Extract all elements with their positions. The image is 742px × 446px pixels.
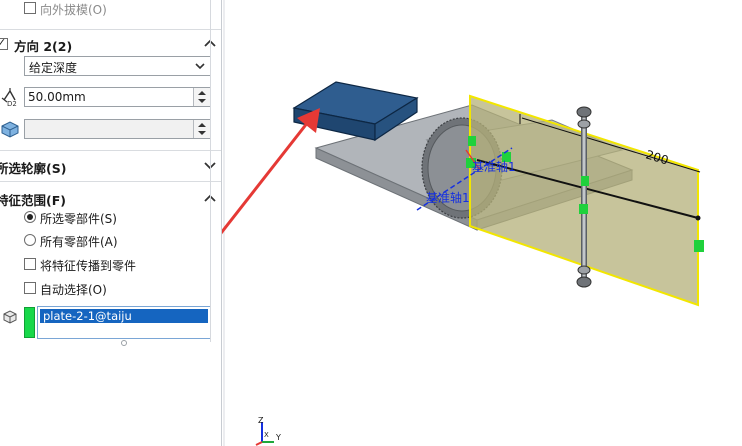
axis-label: 基准轴1 (472, 159, 516, 174)
annotation-arrow (222, 108, 320, 235)
auto-select-checkbox[interactable] (24, 282, 36, 294)
scope-option-label: 所有零部件(A) (40, 235, 118, 249)
draft-angle-input[interactable] (24, 119, 211, 139)
scope-option-all-parts[interactable]: 所有零部件(A) (0, 231, 221, 251)
scope-option-label: 所选零部件(S) (40, 212, 117, 226)
spin-up-icon[interactable] (198, 123, 206, 127)
draft-outward-checkbox[interactable] (24, 2, 36, 14)
auto-select-label: 自动选择(O) (40, 283, 107, 297)
selected-contours-title: 所选轮廓(S) (0, 161, 67, 176)
triad-x-label: X (264, 431, 269, 439)
property-manager-panel: 向外拔模(O) 方向 2(2) 给定深度 D2 50.00mm (0, 0, 222, 446)
draft-angle-spinner[interactable] (193, 120, 210, 138)
draft-outward-row[interactable]: 向外拔模(O) (0, 0, 221, 20)
selection-color-swatch (24, 307, 35, 338)
axis-label: 基准轴1 (426, 190, 470, 205)
scope-option-selected-parts[interactable]: 所选零部件(S) (0, 208, 221, 228)
end-condition-select[interactable]: 给定深度 (24, 56, 211, 76)
feature-scope-header[interactable]: 特征范围(F) (0, 181, 221, 211)
draft-outward-label: 向外拔模(O) (40, 3, 107, 17)
depth-icon-label: D2 (7, 100, 17, 108)
scope-radio-selected-parts[interactable] (24, 211, 36, 223)
end-condition-value: 给定深度 (29, 61, 78, 75)
graphics-viewport[interactable]: 200 基准轴1 基准轴1 Z Y X (222, 0, 742, 446)
triad-y-label: Y (275, 433, 281, 442)
coordinate-triad: Z Y X (255, 416, 281, 446)
depth-value: 50.00mm (28, 90, 86, 104)
direction2-checkbox[interactable] (0, 36, 8, 50)
propagate-row[interactable]: 将特征传播到零件 (0, 255, 221, 275)
selected-contours-header[interactable]: 所选轮廓(S) (0, 150, 221, 180)
draft-angle-icon[interactable] (0, 118, 20, 138)
spin-up-icon[interactable] (198, 91, 206, 95)
depth-input[interactable]: 50.00mm (24, 87, 211, 107)
depth-icon: D2 (1, 86, 21, 108)
auto-select-row[interactable]: 自动选择(O) (0, 279, 221, 299)
chevron-down-icon (194, 60, 206, 75)
selected-components-list[interactable]: plate-2-1@taiju (37, 306, 211, 339)
selected-component-item[interactable]: plate-2-1@taiju (40, 309, 208, 323)
model-scene[interactable]: 200 基准轴1 基准轴1 (222, 0, 742, 446)
line-endpoint (695, 215, 701, 221)
list-resize-handle[interactable] (121, 340, 127, 346)
direction2-header[interactable]: 方向 2(2) (0, 29, 221, 59)
depth-spinner[interactable] (193, 88, 210, 106)
feature-scope-title: 特征范围(F) (0, 193, 66, 208)
direction2-title: 方向 2(2) (14, 39, 73, 54)
scope-radio-all-parts[interactable] (24, 234, 36, 246)
propagate-label: 将特征传播到零件 (40, 259, 137, 273)
spin-down-icon[interactable] (198, 99, 206, 103)
spin-down-icon[interactable] (198, 131, 206, 135)
panel-scroll-divider (210, 0, 211, 342)
component-icon (1, 308, 21, 328)
propagate-checkbox[interactable] (24, 258, 36, 270)
triad-z-label: Z (258, 416, 264, 425)
